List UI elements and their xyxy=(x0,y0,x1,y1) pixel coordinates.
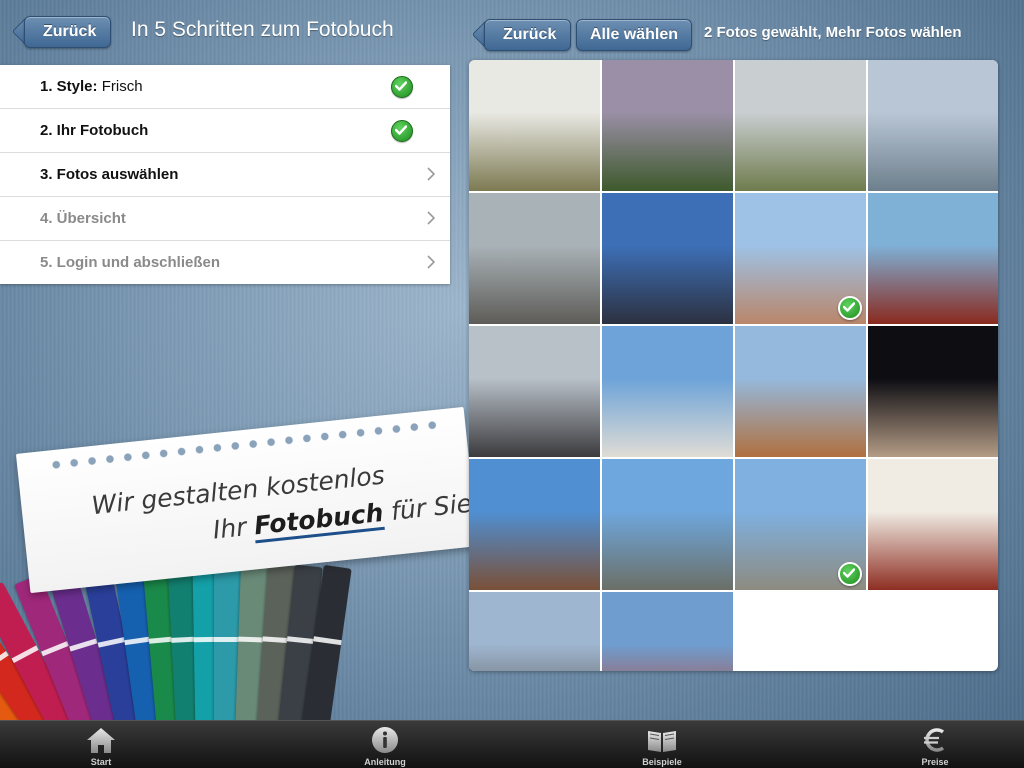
steps-list: 1. Style: Frisch 2. Ihr Fotobuch 3. Foto… xyxy=(0,65,450,284)
step-fotos-auswaehlen[interactable]: 3. Fotos auswählen xyxy=(0,153,450,197)
chevron-right-icon xyxy=(427,211,435,225)
photo-thumbnail[interactable] xyxy=(602,193,733,324)
photo-thumbnail[interactable] xyxy=(602,326,733,457)
book-icon xyxy=(648,731,676,752)
photo-thumbnail[interactable] xyxy=(469,193,600,324)
photo-thumbnail[interactable] xyxy=(469,592,600,671)
tab-beispiele[interactable]: Beispiele xyxy=(602,721,722,768)
step-label: 1. Style: xyxy=(40,78,98,95)
step-login[interactable]: 5. Login und abschließen xyxy=(0,241,450,284)
left-header: Zurück In 5 Schritten zum Fotobuch xyxy=(0,0,466,62)
photo-thumbnail[interactable] xyxy=(602,592,733,671)
tab-preise[interactable]: Preise xyxy=(875,721,995,768)
info-icon xyxy=(372,727,398,753)
photo-thumbnail[interactable] xyxy=(868,60,998,191)
check-icon xyxy=(391,76,413,98)
step-style[interactable]: 1. Style: Frisch xyxy=(0,65,450,109)
tab-bar: Start Anleitung Beispiele Preise xyxy=(0,720,1024,768)
tab-label: Preise xyxy=(921,757,949,767)
photo-thumbnail[interactable] xyxy=(602,459,733,590)
promo-prefix: Ihr xyxy=(211,512,248,545)
chevron-right-icon xyxy=(427,255,435,269)
back-button-photos[interactable]: Zurück xyxy=(484,19,572,51)
step-value: Frisch xyxy=(101,78,143,95)
photo-thumbnail[interactable] xyxy=(868,326,998,457)
photo-thumbnail[interactable] xyxy=(735,459,866,590)
photo-thumbnail[interactable] xyxy=(735,193,866,324)
promo-note: Wir gestalten kostenlos Ihr Fotobuch für… xyxy=(15,406,479,594)
tab-label: Anleitung xyxy=(364,757,406,767)
check-icon xyxy=(391,120,413,142)
photo-thumbnail[interactable] xyxy=(735,60,866,191)
page-title: In 5 Schritten zum Fotobuch xyxy=(131,18,394,41)
paper-holes xyxy=(46,418,446,471)
step-label: 2. Ihr Fotobuch xyxy=(40,122,149,139)
photo-thumbnail[interactable] xyxy=(469,459,600,590)
euro-icon xyxy=(924,728,945,752)
back-button-label: Zurück xyxy=(503,26,557,43)
selected-check-icon xyxy=(838,296,862,320)
step-uebersicht[interactable]: 4. Übersicht xyxy=(0,197,450,241)
photo-thumbnail[interactable] xyxy=(602,60,733,191)
tab-label: Start xyxy=(90,757,112,767)
step-label: 3. Fotos auswählen xyxy=(40,166,179,183)
photo-thumbnail[interactable] xyxy=(868,193,998,324)
step-label: 4. Übersicht xyxy=(40,210,126,227)
selection-status-link[interactable]: 2 Fotos gewählt, Mehr Fotos wählen xyxy=(704,24,962,41)
chevron-right-icon xyxy=(427,167,435,181)
photo-thumbnail[interactable] xyxy=(735,326,866,457)
back-button-label: Zurück xyxy=(43,23,97,40)
promo-suffix: für Sie xyxy=(389,488,474,526)
selected-check-icon xyxy=(838,562,862,586)
select-all-button[interactable]: Alle wählen xyxy=(576,19,693,51)
back-button-steps[interactable]: Zurück xyxy=(24,16,112,48)
step-label: 5. Login und abschließen xyxy=(40,254,221,271)
home-icon xyxy=(87,728,115,753)
photo-thumbnail[interactable] xyxy=(868,459,998,590)
photo-grid xyxy=(469,60,998,671)
tab-anleitung[interactable]: Anleitung xyxy=(325,721,445,768)
step-fotobuch[interactable]: 2. Ihr Fotobuch xyxy=(0,109,450,153)
photo-thumbnail[interactable] xyxy=(469,60,600,191)
photo-thumbnail[interactable] xyxy=(469,326,600,457)
promo-highlight: Fotobuch xyxy=(252,497,386,544)
tab-label: Beispiele xyxy=(642,757,682,767)
tab-start[interactable]: Start xyxy=(41,721,161,768)
